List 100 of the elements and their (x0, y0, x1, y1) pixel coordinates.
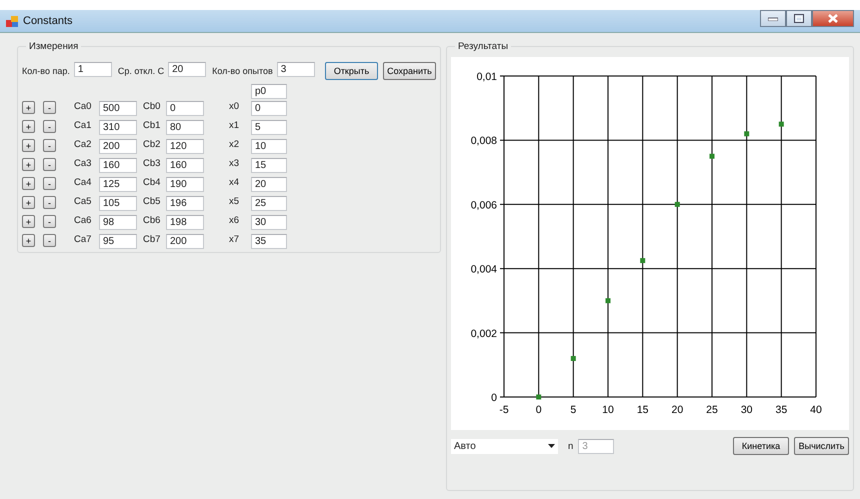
field-label: Cb5 (143, 196, 162, 207)
field-label: Cb3 (143, 158, 162, 169)
window-title: Constants (23, 15, 73, 27)
mode-dropdown[interactable]: Авто (451, 438, 558, 454)
field-label: Cb6 (143, 215, 162, 226)
input-field[interactable]: 190 (166, 177, 204, 192)
minus-button[interactable]: - (43, 234, 56, 247)
field-label: Кол-во пар. (22, 65, 70, 76)
field-label: x5 (229, 196, 240, 207)
input-field[interactable]: 500 (99, 101, 137, 116)
minus-button[interactable]: - (43, 139, 56, 152)
input-field[interactable]: 98 (99, 215, 137, 230)
x-tick-label: 30 (740, 404, 752, 416)
field-label: Кол-во опытов (212, 65, 273, 76)
close-button[interactable] (812, 10, 854, 27)
input-field[interactable]: 10 (251, 139, 287, 154)
save-button[interactable]: Сохранить (383, 62, 436, 80)
input-field[interactable]: 160 (99, 158, 137, 173)
data-point (778, 122, 784, 127)
input-field[interactable]: 0 (166, 101, 204, 116)
y-tick-label: 0,01 (476, 71, 497, 83)
app-icon (6, 16, 18, 26)
input-field[interactable]: 105 (99, 196, 137, 211)
maximize-button[interactable] (786, 10, 812, 27)
input-field[interactable]: 5 (251, 120, 287, 135)
calculate-button[interactable]: Вычислить (794, 437, 849, 455)
y-tick-label: 0,008 (470, 135, 497, 148)
plus-button[interactable]: + (22, 177, 35, 190)
field-label: x4 (229, 177, 240, 188)
field-label: x2 (229, 139, 240, 150)
minus-button[interactable]: - (43, 177, 56, 190)
field-label: Cb2 (143, 139, 162, 150)
input-field[interactable]: 30 (251, 215, 287, 230)
input-field[interactable]: 160 (166, 158, 204, 173)
field-label: Ca2 (74, 139, 92, 150)
input-field[interactable]: 20 (251, 177, 287, 192)
field-label: Cb1 (143, 120, 162, 131)
y-tick-label: 0,006 (470, 199, 497, 212)
field-label: x7 (229, 234, 240, 245)
input-field[interactable]: 120 (166, 139, 204, 154)
x-tick-label: -5 (499, 404, 509, 416)
x-tick-label: 5 (570, 404, 576, 416)
data-point (606, 298, 610, 304)
y-tick-label: 0,002 (470, 328, 497, 340)
minus-button[interactable]: - (43, 158, 56, 171)
field-label: Ca4 (74, 177, 92, 188)
plus-button[interactable]: + (22, 196, 35, 209)
maximize-icon (794, 14, 804, 23)
field-label: x0 (229, 101, 240, 112)
input-field[interactable]: 0 (251, 101, 287, 116)
minus-button[interactable]: - (43, 120, 56, 133)
input-field[interactable]: 20 (168, 62, 206, 77)
plus-button[interactable]: + (22, 234, 35, 247)
y-tick-label: 0,004 (470, 264, 497, 276)
open-button[interactable]: Открыть (325, 62, 378, 80)
field-label: x6 (229, 215, 240, 226)
data-point (570, 356, 576, 361)
input-field[interactable]: 25 (251, 196, 287, 211)
input-field[interactable]: 35 (251, 234, 287, 249)
x-tick-label: 40 (810, 404, 822, 416)
field-label: Cb7 (143, 234, 162, 245)
minimize-button[interactable] (760, 10, 786, 27)
x-tick-label: 35 (776, 404, 788, 416)
plus-button[interactable]: + (22, 101, 35, 114)
data-point (710, 154, 714, 159)
plus-button[interactable]: + (22, 139, 35, 152)
x-tick-label: 10 (602, 404, 614, 416)
input-field[interactable]: 310 (99, 120, 137, 135)
field-label: Ca6 (74, 215, 92, 226)
data-point (674, 202, 680, 207)
field-label: Cb0 (143, 101, 162, 112)
x-tick-label: 15 (636, 404, 648, 416)
plus-button[interactable]: + (22, 215, 35, 228)
minus-button[interactable]: - (43, 215, 56, 228)
field-label: Cb4 (143, 177, 162, 188)
input-field[interactable]: 15 (251, 158, 287, 173)
y-tick-label: 0 (491, 392, 497, 404)
field-label: x3 (229, 158, 240, 169)
field-label: Ca3 (74, 158, 92, 169)
field-label: Ca5 (74, 196, 92, 207)
input-field[interactable]: 80 (166, 120, 204, 135)
input-field[interactable]: 95 (99, 234, 137, 249)
input-field[interactable]: 196 (166, 196, 204, 211)
minus-button[interactable]: - (43, 101, 56, 114)
x-tick-label: 25 (706, 404, 718, 416)
group-title: Результаты (457, 41, 510, 52)
input-field[interactable]: 125 (99, 177, 137, 192)
kinetics-button[interactable]: Кинетика (733, 437, 789, 455)
input-field[interactable]: 198 (166, 215, 204, 230)
field-label: Ca1 (74, 120, 92, 131)
plus-button[interactable]: + (22, 120, 35, 133)
minus-button[interactable]: - (43, 196, 56, 209)
input-field[interactable]: 1 (74, 62, 112, 77)
close-icon (828, 14, 838, 23)
group-title: Измерения (28, 41, 80, 52)
input-field[interactable]: 3 (276, 62, 315, 77)
input-field[interactable]: 200 (99, 139, 137, 154)
input-field[interactable]: p0 (251, 84, 287, 99)
plus-button[interactable]: + (22, 158, 35, 171)
input-field[interactable]: 200 (166, 234, 204, 249)
